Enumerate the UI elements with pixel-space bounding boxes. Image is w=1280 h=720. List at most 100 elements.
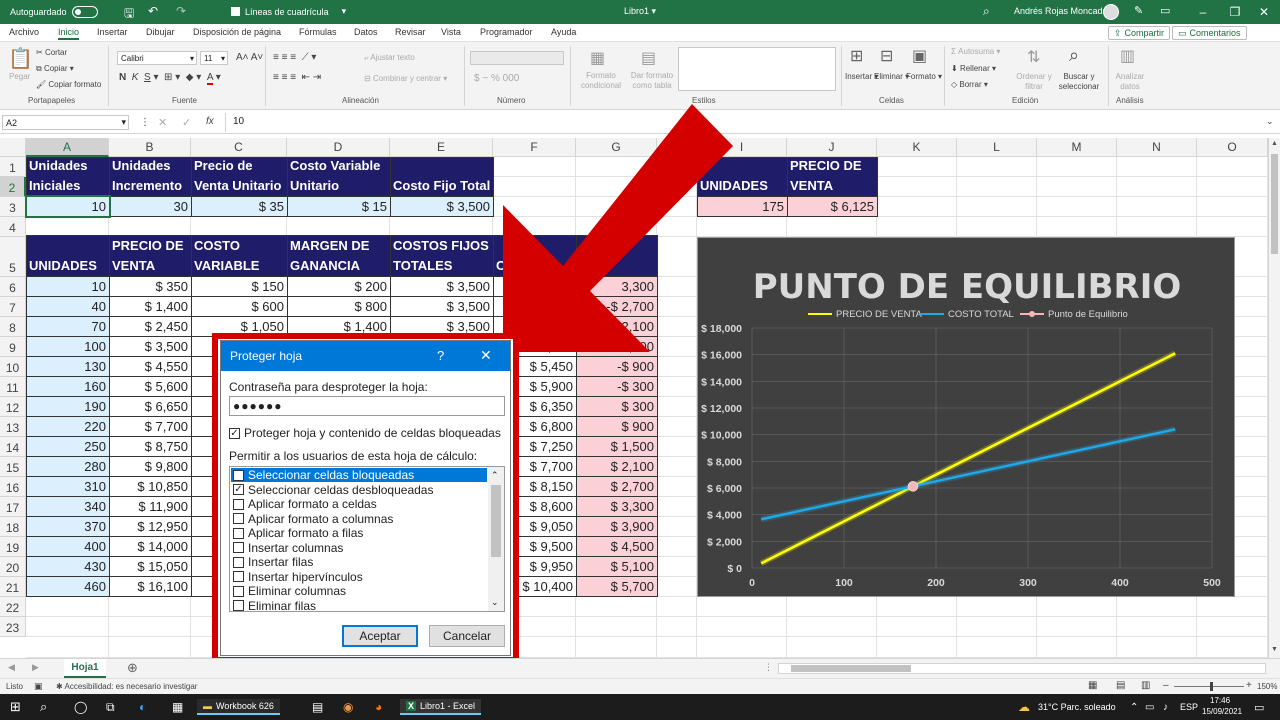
chevron-up-icon[interactable]: ⌃: [491, 470, 499, 481]
permission-checkbox[interactable]: [233, 571, 244, 582]
main-cell[interactable]: $ 7,700: [109, 416, 192, 437]
delete-cells-icon[interactable]: ⊟: [880, 46, 893, 66]
row-header-21[interactable]: 21: [0, 577, 26, 597]
row-header-4[interactable]: 4: [0, 217, 26, 237]
column-header-m[interactable]: M: [1037, 138, 1117, 157]
fill-button[interactable]: ⬇ Rellenar ▾: [951, 64, 996, 73]
column-header-o[interactable]: O: [1197, 138, 1268, 157]
main-cell[interactable]: $ 200: [287, 276, 391, 297]
row-header-11[interactable]: 11: [0, 377, 26, 397]
store-icon[interactable]: ▦: [172, 699, 183, 715]
horizontal-scrollbar[interactable]: [778, 663, 1266, 674]
side-header-cell[interactable]: PRECIO DE VENTA: [787, 157, 878, 197]
main-cell[interactable]: 190: [26, 396, 110, 417]
zoom-out-icon[interactable]: –: [1163, 680, 1169, 691]
permission-item[interactable]: Aplicar formato a celdas: [231, 497, 487, 511]
row-header-1[interactable]: 1: [0, 157, 26, 177]
list-scrollbar-thumb[interactable]: [491, 485, 501, 557]
main-cell[interactable]: $ 3,900: [576, 516, 658, 537]
copy-format-button[interactable]: 🖌 Copiar formato: [36, 80, 101, 89]
main-cell[interactable]: -$ 300: [576, 376, 658, 397]
tab-next-icon[interactable]: ▶: [32, 662, 39, 673]
tray-chevron-icon[interactable]: ⌃: [1130, 699, 1138, 715]
main-cell[interactable]: 130: [26, 356, 110, 377]
row-header-12[interactable]: 12: [0, 397, 26, 417]
main-cell[interactable]: $ 800: [287, 296, 391, 317]
ok-button[interactable]: Aceptar: [342, 625, 418, 647]
sort-filter-button[interactable]: Ordenar y filtrar: [1012, 72, 1056, 92]
align-top-icon[interactable]: ≡ ≡ ≡ ⟋ ▾: [273, 52, 316, 63]
main-cell[interactable]: 250: [26, 436, 110, 457]
main-cell[interactable]: $ 11,900: [109, 496, 192, 517]
taskbar-app-workbook[interactable]: ▬ Workbook 626: [197, 699, 280, 715]
main-cell[interactable]: $ 4,550: [109, 356, 192, 377]
main-cell[interactable]: $ 300: [576, 396, 658, 417]
tab-revisar[interactable]: Revisar: [395, 27, 426, 37]
h-scrollbar-thumb[interactable]: [791, 665, 911, 672]
autosave-control[interactable]: Autoguardado: [10, 6, 98, 18]
main-cell[interactable]: 370: [26, 516, 110, 537]
add-sheet-icon[interactable]: ⊕: [127, 660, 138, 676]
number-format-buttons[interactable]: $ ~ % 000: [474, 73, 519, 84]
select-all-corner[interactable]: [0, 138, 26, 157]
permission-checkbox[interactable]: [233, 527, 244, 539]
row-header-19[interactable]: 19: [0, 537, 26, 557]
vertical-scrollbar[interactable]: ▲ ▼: [1268, 138, 1280, 658]
main-cell[interactable]: $ 2,100: [576, 456, 658, 477]
cut-button[interactable]: ✂ Cortar: [36, 48, 67, 57]
language-indicator[interactable]: ESP: [1180, 699, 1198, 715]
tab-formulas[interactable]: Fórmulas: [299, 27, 337, 37]
scroll-down-icon[interactable]: ▼: [1271, 646, 1278, 653]
weather-text[interactable]: 31°C Parc. soleado: [1038, 699, 1116, 715]
chrome-icon[interactable]: ◉: [343, 699, 353, 715]
main-cell[interactable]: $ 12,950: [109, 516, 192, 537]
main-cell[interactable]: $ 3,500: [390, 296, 494, 317]
permissions-list[interactable]: Seleccionar celdas bloqueadas ✓ Selecciona…: [229, 466, 505, 613]
main-cell[interactable]: $ 1,500: [576, 436, 658, 457]
tab-ayuda[interactable]: Ayuda: [551, 27, 576, 37]
permission-checkbox[interactable]: [233, 556, 244, 568]
main-cell[interactable]: $ 900: [576, 416, 658, 437]
bold-icon[interactable]: N K S ▾ ⊞ ▾ ◆ ▾ A ▾: [119, 72, 221, 85]
font-grow-icon[interactable]: A˄ A˅: [236, 52, 263, 63]
cell-styles-gallery[interactable]: [678, 47, 836, 91]
main-cell[interactable]: $ 14,000: [109, 536, 192, 557]
zoom-level[interactable]: 150%: [1257, 682, 1277, 691]
clock-date[interactable]: 15/09/2021: [1202, 707, 1242, 716]
main-cell[interactable]: 100: [26, 336, 110, 357]
dialog-title-bar[interactable]: Proteger hoja ? ✕: [221, 341, 510, 371]
main-cell[interactable]: $ 5,700: [576, 576, 658, 597]
user-name[interactable]: Andrés Rojas Moncada: [1014, 6, 1108, 16]
main-header-cell[interactable]: COSTO VARIABLE: [191, 235, 288, 277]
windows-start-icon[interactable]: ⊞: [10, 699, 21, 715]
top-value-cell[interactable]: $ 35: [191, 196, 288, 217]
main-header-cell[interactable]: UNIDADES: [26, 235, 110, 277]
permission-checkbox[interactable]: [233, 542, 244, 553]
comments-button[interactable]: ▭ Comentarios: [1172, 26, 1247, 40]
redo-icon[interactable]: ↷: [176, 4, 186, 18]
main-cell[interactable]: $ 8,750: [109, 436, 192, 457]
protect-sheet-dialog[interactable]: Proteger hoja ? ✕ Contraseña para despro…: [220, 340, 511, 656]
calculator-icon[interactable]: ▤: [312, 699, 323, 715]
main-cell[interactable]: $ 350: [109, 276, 192, 297]
close-icon[interactable]: ✕: [1246, 0, 1280, 24]
permission-checkbox[interactable]: ✓: [233, 484, 244, 495]
side-header-cell[interactable]: UNIDADES: [697, 157, 788, 197]
tab-programador[interactable]: Programador: [480, 27, 533, 37]
conditional-format-icon[interactable]: ▦: [590, 48, 605, 68]
main-cell[interactable]: $ 2,700: [576, 476, 658, 497]
permission-item[interactable]: Eliminar columnas: [231, 584, 487, 598]
normal-view-icon[interactable]: ▦: [1088, 680, 1097, 691]
row-header-5[interactable]: 5: [0, 237, 26, 277]
zoom-slider[interactable]: [1174, 682, 1244, 691]
column-header-k[interactable]: K: [877, 138, 957, 157]
format-cells-button[interactable]: Formato ▾: [906, 72, 942, 81]
share-button[interactable]: ⇪ Compartir: [1108, 26, 1171, 40]
permission-checkbox[interactable]: [233, 513, 244, 524]
main-cell[interactable]: 160: [26, 376, 110, 397]
page-break-icon[interactable]: ▥: [1141, 680, 1150, 691]
expand-formula-icon[interactable]: ⌄: [1266, 116, 1274, 127]
close-icon[interactable]: ✕: [480, 347, 492, 364]
delete-cells-button[interactable]: Eliminar ▾: [874, 72, 909, 81]
column-header-f[interactable]: F: [493, 138, 576, 157]
